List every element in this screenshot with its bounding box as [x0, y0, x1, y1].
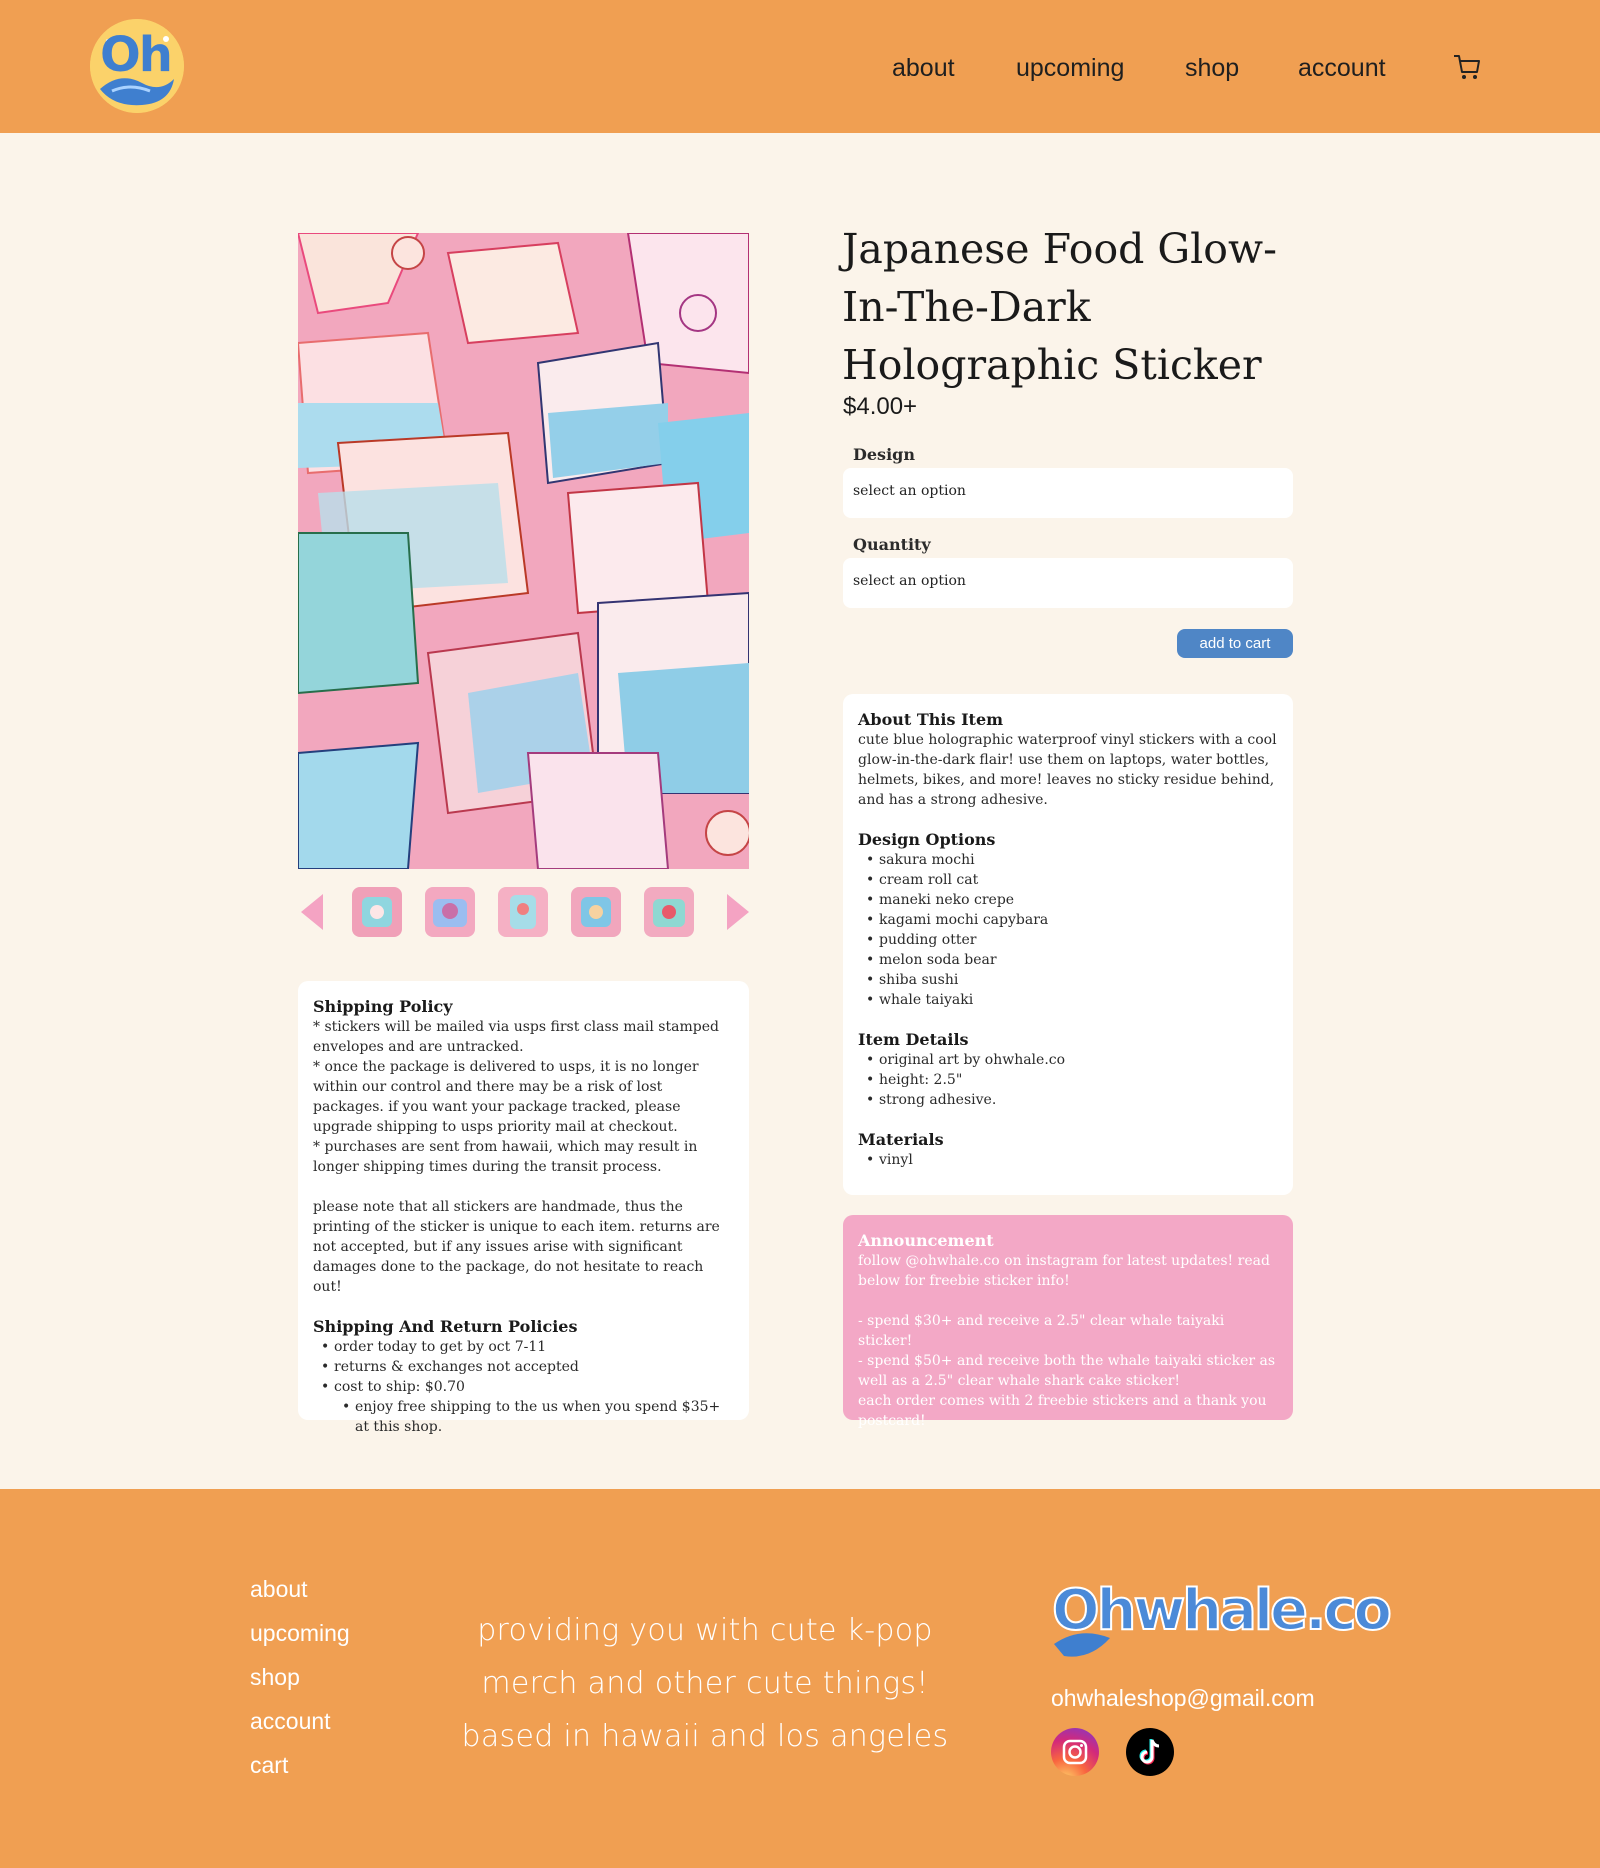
announcement-line: each order comes with 2 freebie stickers… [858, 1393, 1267, 1429]
list-item: kagami mochi capybara [858, 910, 1278, 930]
sticker-photo [298, 233, 749, 869]
announcement-line: - spend $30+ and receive a 2.5" clear wh… [858, 1313, 1225, 1349]
footer-link-upcoming[interactable]: upcoming [250, 1620, 350, 1647]
tagline-line: merch and other cute things! [481, 1666, 929, 1701]
announcement-line: - spend $50+ and receive both the whale … [858, 1353, 1276, 1389]
thumbnail-2[interactable] [425, 887, 475, 937]
tiktok-glyph-icon [1139, 1739, 1160, 1765]
list-item: strong adhesive. [858, 1090, 1278, 1110]
instagram-icon[interactable] [1051, 1728, 1099, 1776]
site-logo[interactable]: Oh [90, 19, 184, 113]
next-image-arrow-icon[interactable] [725, 892, 751, 932]
list-item: cream roll cat [858, 870, 1278, 890]
thumbnail-3[interactable] [498, 887, 548, 937]
quantity-label: Quantity [853, 535, 931, 554]
shipping-line: * stickers will be mailed via usps first… [313, 1019, 719, 1055]
wordmark-text: Ohwhale.co [1051, 1577, 1393, 1644]
design-select[interactable]: select an option [843, 468, 1293, 518]
handmade-note: please note that all stickers are handma… [313, 1199, 720, 1295]
thumbnail-image [498, 887, 548, 937]
shipping-line: * purchases are sent from hawaii, which … [313, 1139, 698, 1175]
tagline-line: providing you with cute k-pop [477, 1613, 933, 1648]
thumbnail-image [425, 887, 475, 937]
list-item: shiba sushi [858, 970, 1278, 990]
list-item: sakura mochi [858, 850, 1278, 870]
product-title: Japanese Food Glow-In-The-Dark Holograph… [842, 225, 1277, 389]
list-item: enjoy free shipping to the us when you s… [313, 1397, 734, 1437]
thumbnail-4[interactable] [571, 887, 621, 937]
thumbnail-1[interactable] [352, 887, 402, 937]
list-item: original art by ohwhale.co [858, 1050, 1278, 1070]
shipping-policy-card: Shipping Policy * stickers will be maile… [298, 981, 749, 1435]
about-text: cute blue holographic waterproof vinyl s… [858, 732, 1277, 808]
list-item: returns & exchanges not accepted [313, 1357, 734, 1377]
quantity-select[interactable]: select an option [843, 558, 1293, 608]
footer-wordmark-logo: Ohwhale.co [1050, 1576, 1393, 1662]
footer-email[interactable]: ohwhaleshop@gmail.com [1051, 1685, 1315, 1712]
list-item: order today to get by oct 7-11 [313, 1337, 734, 1357]
announcement-heading: Announcement [858, 1231, 994, 1250]
announcement-card: Announcement follow @ohwhale.co on insta… [843, 1215, 1293, 1429]
logo-text: Oh [100, 27, 173, 83]
tagline-line: based in hawaii and los angeles [461, 1719, 949, 1754]
list-item: cost to ship: $0.70 [313, 1377, 734, 1397]
thumbnail-image [644, 887, 694, 937]
tiktok-icon[interactable] [1126, 1728, 1174, 1776]
shipping-heading: Shipping Policy [313, 997, 453, 1016]
nav-shop[interactable]: shop [1185, 54, 1239, 83]
design-options-list: sakura mochi cream roll cat maneki neko … [858, 850, 1278, 1010]
instagram-glyph-icon [1062, 1739, 1088, 1765]
policies-heading: Shipping And Return Policies [313, 1317, 578, 1336]
footer-link-cart[interactable]: cart [250, 1752, 288, 1779]
list-item: vinyl [858, 1150, 1278, 1170]
product-price: $4.00+ [843, 393, 918, 420]
nav-about[interactable]: about [892, 54, 955, 83]
list-item: maneki neko crepe [858, 890, 1278, 910]
item-details-list: original art by ohwhale.co height: 2.5" … [858, 1050, 1278, 1110]
nav-upcoming[interactable]: upcoming [1016, 54, 1124, 83]
announcement-intro: follow @ohwhale.co on instagram for late… [858, 1253, 1270, 1289]
list-item: whale taiyaki [858, 990, 1278, 1010]
shipping-line: * once the package is delivered to usps,… [313, 1059, 699, 1135]
thumbnail-image [571, 887, 621, 937]
materials-list: vinyl [858, 1150, 1278, 1170]
footer-tagline: providing you with cute k-pop merch and … [440, 1604, 970, 1763]
footer-link-account[interactable]: account [250, 1708, 331, 1735]
nav-account[interactable]: account [1298, 54, 1386, 83]
product-main-image [298, 233, 749, 869]
item-details-heading: Item Details [858, 1030, 969, 1049]
about-heading: About This Item [858, 710, 1004, 729]
thumbnail-image [352, 887, 402, 937]
policies-list: order today to get by oct 7-11 returns &… [313, 1337, 734, 1437]
footer-link-shop[interactable]: shop [250, 1664, 300, 1691]
thumbnail-5[interactable] [644, 887, 694, 937]
list-item: melon soda bear [858, 950, 1278, 970]
design-label: Design [853, 445, 915, 464]
add-to-cart-button[interactable]: add to cart [1177, 629, 1293, 658]
list-item: height: 2.5" [858, 1070, 1278, 1090]
materials-heading: Materials [858, 1130, 944, 1149]
list-item: pudding otter [858, 930, 1278, 950]
cart-icon[interactable] [1452, 52, 1482, 82]
footer-link-about[interactable]: about [250, 1576, 308, 1603]
site-header: Oh about upcoming shop account [0, 0, 1600, 133]
about-item-card: About This Item cute blue holographic wa… [843, 694, 1293, 1195]
design-options-heading: Design Options [858, 830, 996, 849]
prev-image-arrow-icon[interactable] [299, 892, 325, 932]
